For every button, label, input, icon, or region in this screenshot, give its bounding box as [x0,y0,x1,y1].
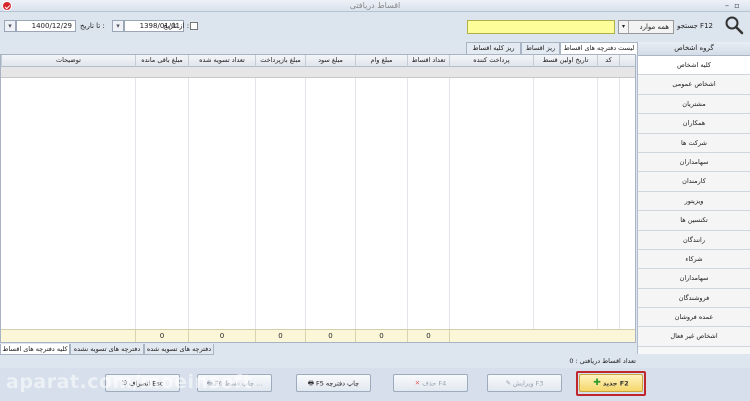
sidebar-item-all-persons[interactable]: کلیه اشخاص [638,56,750,76]
column-header-first-installment-date[interactable]: تاریخ اولین قسط [533,55,597,67]
watermark: aparat.com/moeinsoft [6,371,253,393]
edit-button[interactable]: ✎ ویرایش F3 [487,374,562,392]
tab-all-installment-details[interactable]: ریز کلیه اقساط [466,42,521,54]
date-filter-checkbox[interactable] [190,22,198,30]
column-header-interest-amount[interactable]: مبلغ سود [305,55,355,67]
minimize-icon[interactable]: – [722,1,732,10]
sidebar-item-visitors[interactable]: ویزیتور [638,191,750,212]
sidebar-item-public-persons[interactable]: اشخاص عمومی [638,75,750,95]
total-repayment-amount: 0 [255,330,305,342]
search-label: جستجو F12 [677,22,713,30]
view-tabs: لیست دفترچه های اقساط ریز اقساط ریز کلیه… [466,42,638,55]
installment-count-label: تعداد اقساط دریافتی : [575,357,636,365]
tab-unsettled-booklets[interactable]: دفترچه های تسویه نشده [70,344,144,355]
filter-toolbar: ▾ 1400/12/29 تا تاریخ : ▾ 1398/01/01 از … [0,12,750,40]
to-date-calendar-icon[interactable]: ▾ [4,20,16,32]
column-header-installment-count[interactable]: تعداد اقساط [407,55,449,67]
print-booklet-button[interactable]: 🖶 F5 چاپ دفترچه [296,374,371,392]
installment-count-value: 0 [569,357,574,365]
sidebar-item-shareholders-2[interactable]: سهامداران [638,269,750,289]
total-remaining-amount: 0 [135,330,188,342]
title-bar: اقساط دریافتی – ▫ [0,0,750,12]
grid-totals-row: 0 0 0 0 0 0 [1,329,635,342]
person-group-sidebar: گروه اشخاص کلیه اشخاص اشخاص عمومی مشتریا… [637,42,750,354]
sidebar-item-partners[interactable]: شرکاء [638,249,750,270]
tab-installment-details[interactable]: ریز اقساط [521,42,560,54]
window-title: اقساط دریافتی [349,1,401,10]
installment-count-status: تعداد اقساط دریافتی : 0 [440,356,636,366]
total-settled-count: 0 [188,330,255,342]
sidebar-item-wholesalers[interactable]: عمده فروشان [638,308,750,328]
pencil-icon: ✎ [505,379,512,387]
total-installment-count: 0 [407,330,449,342]
new-button-highlight [576,371,646,396]
sidebar-item-technicians[interactable]: تکنسین ها [638,211,750,231]
booklet-status-tabs: کلیه دفترچه های اقساط دفترچه های تسویه ن… [0,344,340,356]
sidebar-item-companies[interactable]: شرکت ها [638,133,750,153]
column-header-indicator [619,55,635,67]
sidebar-item-sellers[interactable]: فروشندگان [638,288,750,309]
search-icon[interactable] [724,15,744,35]
sidebar-header: گروه اشخاص [638,42,750,56]
column-header-remaining-amount[interactable]: مبلغ باقی مانده [135,55,188,67]
column-header-payer[interactable]: پرداخت کننده [449,55,533,67]
total-loan-amount: 0 [355,330,407,342]
from-date-label: از تاریخ : [163,22,190,30]
app-icon[interactable] [2,1,12,11]
column-header-loan-amount[interactable]: مبلغ وام [355,55,407,67]
from-date-calendar-icon[interactable]: ▾ [112,20,124,32]
chevron-down-icon[interactable]: ▾ [619,21,629,33]
column-header-description[interactable]: توضیحات [1,55,135,67]
booklets-table: کد تاریخ اولین قسط پرداخت کننده تعداد اق… [0,54,636,343]
search-input[interactable] [467,20,615,34]
tab-all-booklets[interactable]: کلیه دفترچه های اقساط [0,344,70,355]
sidebar-item-shareholders[interactable]: سهامداران [638,152,750,173]
sidebar-item-colleagues[interactable]: همکاران [638,114,750,134]
total-interest-amount: 0 [305,330,355,342]
grid-filter-row[interactable] [1,67,635,78]
column-header-repayment-amount[interactable]: مبلغ بازپرداخت [255,55,305,67]
column-header-code[interactable]: کد [597,55,619,67]
restore-icon[interactable]: ▫ [732,1,742,10]
sidebar-item-employees[interactable]: کارمندان [638,172,750,192]
tab-settled-booklets[interactable]: دفترچه های تسویه شده [144,344,214,355]
printer-icon: 🖶 [307,379,314,387]
sidebar-item-drivers[interactable]: رانندگان [638,230,750,250]
to-date-field[interactable]: 1400/12/29 [16,20,76,32]
sidebar-item-inactive-persons[interactable]: اشخاص غیر فعال [638,327,750,347]
delete-button[interactable]: ✕ حذف F4 [393,374,468,392]
column-header-settled-count[interactable]: تعداد تسویه شده [188,55,255,67]
delete-icon: ✕ [414,379,421,387]
to-date-label: تا تاریخ : [80,22,105,30]
sidebar-item-customers[interactable]: مشتریان [638,94,750,115]
